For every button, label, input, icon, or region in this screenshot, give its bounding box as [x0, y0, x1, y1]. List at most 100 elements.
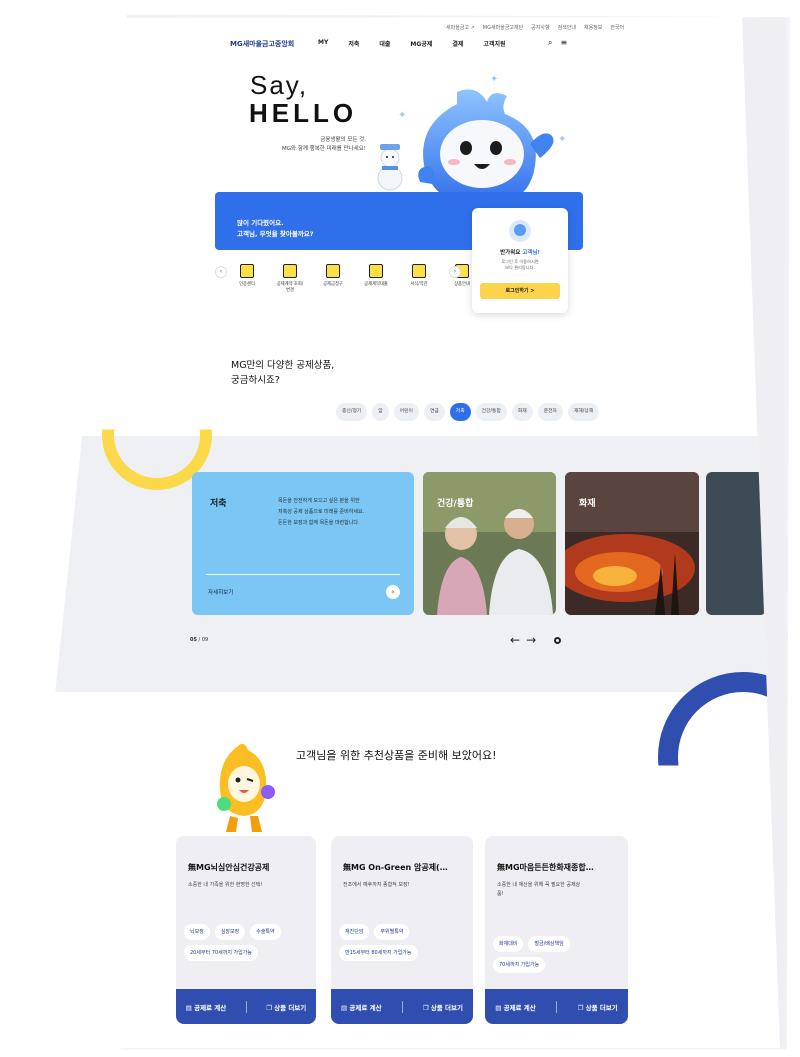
login-button[interactable]: 로그인하기 > — [480, 283, 560, 299]
couple-photo — [423, 472, 556, 615]
detail-label: 상품 더보기 — [585, 1003, 618, 1012]
detail-button[interactable]: ❐ 상품 더보기 — [578, 1002, 618, 1012]
category-chip[interactable]: 암 — [372, 403, 389, 421]
category-chip[interactable]: 화재 — [511, 403, 533, 421]
category-chip[interactable]: 재해/상해 — [567, 403, 600, 421]
slide-pager: 05 / 09 — [190, 637, 209, 643]
header-icons: ⌕ ≡ — [548, 38, 567, 48]
product-card-desc-line: 목돈을 안전하게 모으고 싶은 분을 위한 — [278, 498, 360, 504]
quick-prev-button[interactable]: ‹ — [215, 266, 227, 278]
products-title-line: 궁금하시죠? — [231, 375, 280, 386]
detail-button[interactable]: ❐ 상품 더보기 — [266, 1002, 306, 1012]
util-link[interactable]: MG새마을금고재단 — [483, 24, 523, 31]
quick-item[interactable]: 공제계약대출 — [361, 264, 391, 294]
calc-button[interactable]: ▤ 공제료 계산 — [495, 1002, 536, 1012]
main-nav: MY 저축 대출 MG공제 결제 고객지원 — [318, 39, 506, 48]
menu-icon[interactable]: ≡ — [560, 38, 567, 48]
recommend-card[interactable]: 無MG On-Green 암공제(… 전조에서 예후까지 종합적 보장! 재진단… — [331, 836, 473, 1024]
arrow-right-icon[interactable]: → — [526, 633, 542, 647]
quick-item[interactable]: 공제계약 조회/변경 — [275, 264, 305, 294]
product-card-title: 저축 — [210, 499, 227, 509]
pause-button[interactable] — [554, 637, 561, 644]
tag: 재진단암 — [339, 924, 370, 940]
nav-item-payment[interactable]: 결제 — [452, 39, 463, 48]
product-card-title: 화재 — [579, 499, 596, 509]
util-link[interactable]: 한국어 — [610, 24, 624, 31]
quick-item[interactable]: 서식/약관 — [404, 264, 434, 294]
calc-button[interactable]: ▤ 공제료 계산 — [186, 1002, 227, 1012]
nav-item-saving[interactable]: 저축 — [348, 39, 359, 48]
divider — [245, 1000, 247, 1013]
category-chips: 종신/정기 암 어린이 연금 저축 건강/통합 화재 운전자 재해/상해 — [336, 403, 600, 421]
tag-list: 재진단암 부위별특약 만15세부터 80세까지 가입가능 — [339, 924, 469, 961]
category-chip-active[interactable]: 저축 — [449, 403, 471, 421]
nav-item-support[interactable]: 고객지원 — [483, 39, 505, 48]
login-desc-line: 보다 편리합니다. — [505, 265, 535, 270]
card-action-bar: ▤ 공제료 계산 ❐ 상품 더보기 — [485, 989, 628, 1024]
quick-item[interactable]: 공제금청구 — [318, 264, 348, 294]
pager-total: 09 — [201, 637, 209, 643]
login-desc: 로그인 후 이용하시면 보다 편리합니다. — [472, 259, 568, 271]
divider — [401, 1000, 403, 1013]
hero-say: Say, — [250, 70, 309, 100]
slide-arrows: ←→ — [510, 633, 542, 647]
quick-next-button[interactable]: › — [449, 266, 461, 278]
tag-list: 화재대비 벌금/배상책임 70세까지 가입가능 — [493, 936, 623, 973]
recommend-card-desc: 전조에서 예후까지 종합적 보장! — [343, 882, 410, 888]
product-card-partial[interactable] — [706, 472, 766, 615]
tag-list: 뇌보장 심장보장 수술특약 20세부터 70세까지 가입가능 — [184, 924, 314, 961]
more-link[interactable]: 자세히보기 — [208, 588, 233, 596]
product-card-active[interactable]: 저축 목돈을 안전하게 모으고 싶은 분을 위한 저축성 공제 상품으로 미래를… — [192, 472, 414, 615]
calc-label: 공제료 계산 — [194, 1003, 227, 1012]
tag: 화재대비 — [493, 936, 524, 952]
banner-line: 고객님, 무엇을 찾아볼까요? — [237, 230, 314, 238]
banner-line: 많이 기다렸어요. — [237, 219, 284, 227]
tag: 70세까지 가입가능 — [493, 957, 546, 973]
product-card-title: 건강/통합 — [437, 499, 474, 509]
hero-banner-text: 많이 기다렸어요. 고객님, 무엇을 찾아볼까요? — [237, 218, 314, 240]
category-chip[interactable]: 운전자 — [537, 403, 563, 421]
detail-button[interactable]: ❐ 상품 더보기 — [423, 1002, 463, 1012]
mascot-illustration — [418, 89, 554, 202]
divider — [556, 1000, 558, 1013]
quick-item[interactable]: 인증센터 — [232, 264, 262, 294]
login-greeting: 반가워요 고객님! — [472, 248, 568, 256]
arrow-left-icon[interactable]: ← — [510, 633, 526, 647]
tag: 심장보장 — [214, 924, 246, 940]
quick-item-label: 인증센터 — [239, 282, 255, 287]
recommend-card[interactable]: 無MG마음든든한화재종합… 소중한 내 재산을 위해 꼭 필요한 공제상 품! … — [485, 836, 628, 1024]
tag: 뇌보장 — [184, 924, 210, 940]
divider — [206, 574, 400, 575]
recommend-card-desc-line: 소중한 내 재산을 위해 꼭 필요한 공제상 — [497, 882, 581, 888]
search-icon[interactable]: ⌕ — [548, 38, 552, 48]
util-link[interactable]: 공지사항 — [531, 24, 549, 31]
tag: 만15세부터 80세까지 가입가능 — [339, 945, 418, 961]
calc-button[interactable]: ▤ 공제료 계산 — [341, 1002, 382, 1012]
pen-icon — [326, 264, 340, 278]
product-card-health[interactable]: 건강/통합 — [423, 472, 556, 615]
category-chip[interactable]: 어린이 — [393, 403, 419, 421]
recommend-card-name: 無MG On-Green 암공제(… — [343, 863, 448, 872]
nav-item-my[interactable]: MY — [318, 39, 328, 48]
greeting-name: 고객님! — [522, 250, 540, 256]
category-chip[interactable]: 종신/정기 — [336, 403, 368, 421]
util-link[interactable]: 새마을금고 ↗ — [446, 24, 475, 31]
recommend-card[interactable]: 無MG뇌심안심건강공제 소중한 내 가족을 위한 현명한 선택! 뇌보장 심장보… — [176, 836, 316, 1024]
fire-photo — [565, 472, 699, 615]
nav-item-loan[interactable]: 대출 — [379, 39, 390, 48]
category-chip[interactable]: 건강/통합 — [475, 403, 507, 421]
detail-label: 상품 더보기 — [430, 1003, 463, 1012]
chevron-right-icon[interactable]: › — [386, 585, 400, 599]
category-chip[interactable]: 연금 — [423, 403, 445, 421]
tag: 수술특약 — [250, 924, 281, 940]
quick-item-label: 공제계약대출 — [364, 282, 388, 287]
product-card-fire[interactable]: 화재 — [565, 472, 699, 615]
site-logo[interactable]: MG새마을금고중앙회 — [230, 39, 294, 49]
sparkle-icon: ✦ — [398, 110, 407, 121]
util-link[interactable]: 채용정보 — [584, 24, 602, 31]
nav-item-insurance[interactable]: MG공제 — [410, 39, 432, 48]
util-link[interactable]: 검색안내 — [558, 24, 576, 31]
login-card: 반가워요 고객님! 로그인 후 이용하시면 보다 편리합니다. 로그인하기 > — [472, 208, 568, 313]
recommend-card-desc-line: 품! — [497, 891, 504, 897]
detail-label: 상품 더보기 — [274, 1003, 307, 1012]
